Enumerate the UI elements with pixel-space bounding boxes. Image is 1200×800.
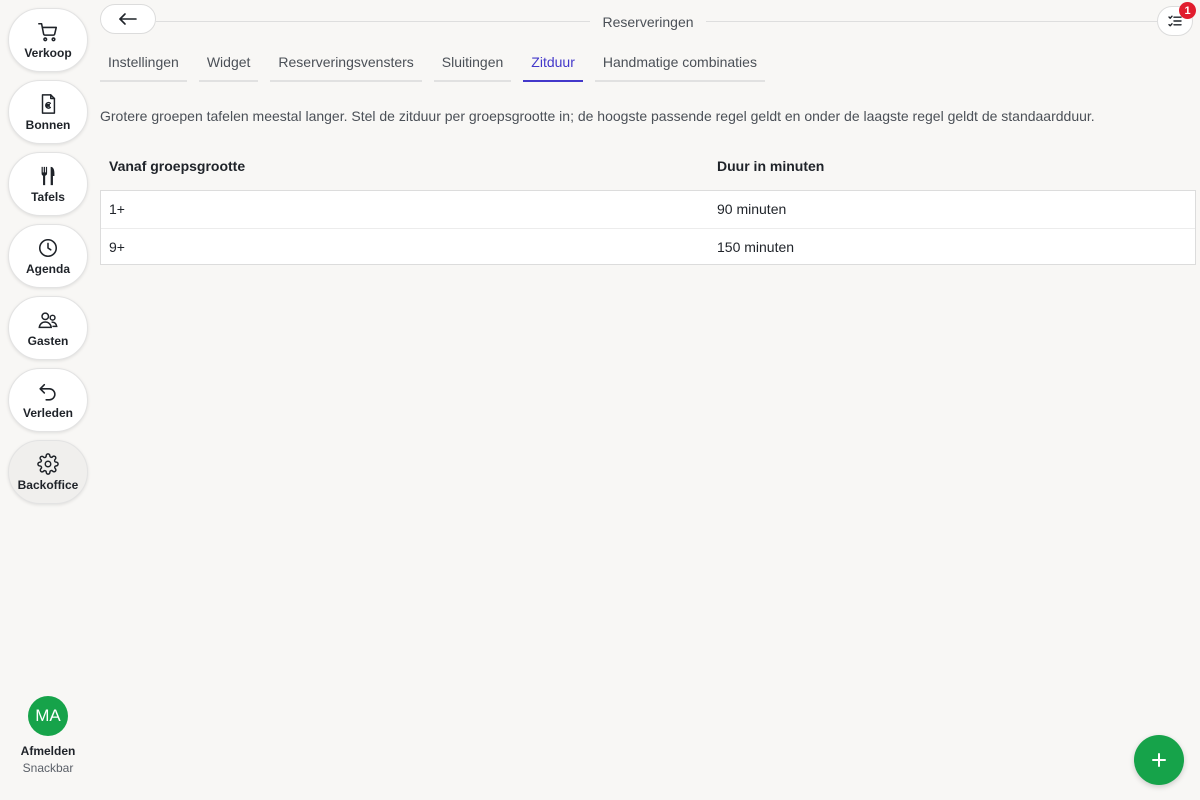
cart-icon (38, 22, 58, 41)
receipt-euro-icon (41, 93, 56, 114)
sidebar-item-label: Agenda (25, 261, 70, 276)
tab-reserveringsvensters[interactable]: Reserveringsvensters (270, 50, 422, 82)
sidebar-item-label: Backoffice (17, 477, 79, 492)
duration-cell: 150 minuten (717, 239, 795, 255)
column-header-duration: Duur in minuten (717, 158, 825, 174)
gear-icon (37, 452, 59, 475)
sidebar: Verkoop Bonnen Tafels Agenda Gasten Verl… (0, 0, 96, 800)
sidebar-item-tafels[interactable]: Tafels (8, 152, 88, 216)
tab-bar: Instellingen Widget Reserveringsvensters… (100, 50, 777, 82)
tab-sluitingen[interactable]: Sluitingen (433, 50, 512, 82)
column-header-group-size: Vanaf groepsgrootte (109, 158, 246, 174)
sidebar-item-verkoop[interactable]: Verkoop (8, 8, 88, 72)
avatar[interactable]: MA (28, 696, 68, 736)
fork-knife-icon (41, 166, 55, 185)
header-divider (156, 21, 590, 22)
back-button[interactable] (100, 4, 156, 34)
group-size-cell: 1+ (109, 201, 125, 217)
header-divider (706, 21, 1157, 22)
page-title: Reserveringen (602, 14, 694, 30)
duration-cell: 90 minuten (717, 201, 787, 217)
sidebar-item-agenda[interactable]: Agenda (8, 224, 88, 288)
group-size-cell: 9+ (109, 239, 125, 255)
sidebar-item-label: Tafels (31, 189, 65, 204)
undo-arrow-icon (39, 383, 56, 401)
tab-handmatige-combinaties[interactable]: Handmatige combinaties (594, 50, 765, 82)
store-name: Snackbar (22, 761, 74, 775)
table-row[interactable]: 9+ 150 minuten (101, 228, 1195, 265)
sidebar-item-verleden[interactable]: Verleden (8, 368, 88, 432)
tab-widget[interactable]: Widget (198, 50, 259, 82)
sidebar-item-gasten[interactable]: Gasten (8, 296, 88, 360)
sidebar-item-backoffice[interactable]: Backoffice (8, 440, 88, 504)
arrow-left-icon (119, 13, 137, 25)
sidebar-item-label: Bonnen (25, 117, 71, 132)
add-rule-button[interactable] (1134, 735, 1184, 785)
sidebar-item-label: Gasten (27, 333, 69, 348)
logout-link[interactable]: Afmelden (0, 744, 96, 758)
section-description: Grotere groepen tafelen meestal langer. … (100, 108, 1095, 124)
table-row[interactable]: 1+ 90 minuten (101, 191, 1195, 228)
plus-icon (1152, 753, 1166, 767)
notification-badge: 1 (1179, 2, 1196, 19)
sidebar-item-bonnen[interactable]: Bonnen (8, 80, 88, 144)
checklist-icon (1168, 15, 1182, 27)
users-icon (38, 311, 58, 328)
tab-zitduur[interactable]: Zitduur (523, 50, 583, 82)
tab-instellingen[interactable]: Instellingen (100, 50, 187, 82)
clock-icon (38, 238, 58, 257)
sidebar-item-label: Verkoop (24, 45, 72, 60)
sidebar-item-label: Verleden (22, 405, 74, 420)
seating-duration-table: 1+ 90 minuten 9+ 150 minuten (100, 190, 1196, 265)
